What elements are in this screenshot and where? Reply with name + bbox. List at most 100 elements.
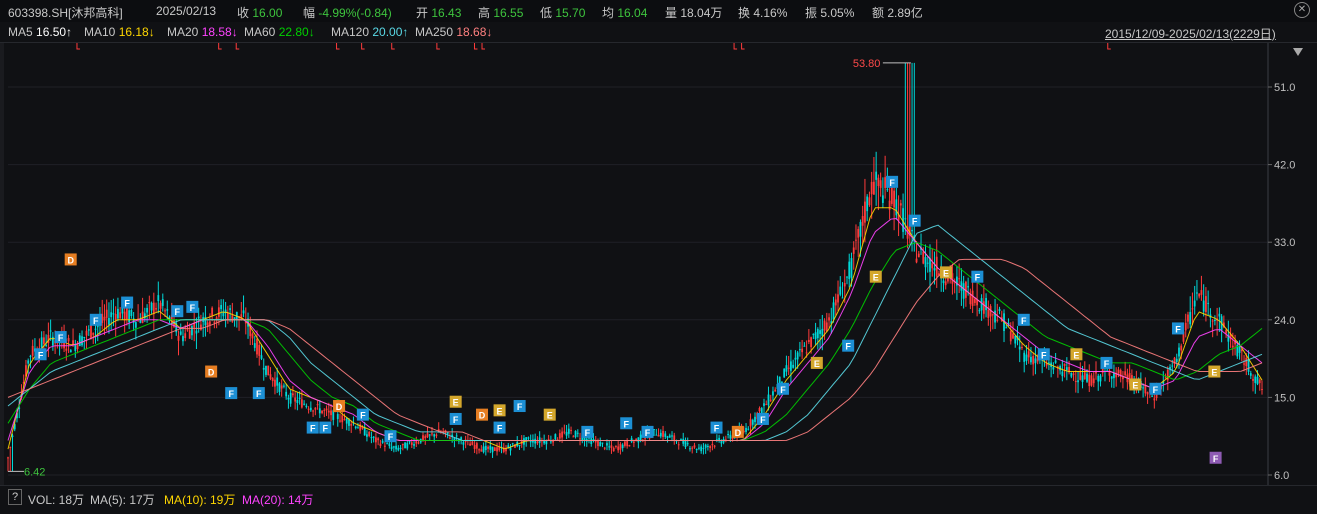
candle-body [182,336,184,342]
candle-body [350,423,353,426]
candle-body [621,444,624,449]
candle-body [659,432,662,437]
signal-marker-f: F [356,408,369,421]
candle-body [128,310,131,323]
stock-code[interactable]: 603398.SH[沐邦高科] [8,4,123,21]
ma-legend: MA5 16.50↑ MA10 16.18↓ MA20 18.58↓ MA60 … [0,22,1317,56]
candle-body [798,349,801,351]
signal-marker-letter: F [780,385,786,395]
candle-body [561,431,563,438]
ma250-legend[interactable]: MA250 18.68↓ [415,25,492,39]
y-tick-label: 6.0 [1274,470,1289,482]
ma5-legend[interactable]: MA5 16.50↑ [8,25,72,39]
candle-body [343,419,346,421]
candle-body [69,350,72,353]
change-value: -4.99%(-0.84) [318,6,392,20]
candle-body [1231,345,1234,348]
high-group: 高 16.55 [478,4,523,21]
candle-body [1205,296,1207,313]
signal-marker-d: D [476,408,489,421]
candle-body [1193,300,1196,307]
candle-body [1079,371,1082,380]
candle-body [1256,376,1259,385]
candle-body [684,440,687,448]
candle-body [475,443,478,449]
candle-body [994,310,996,323]
kline-chart[interactable]: FFDFFF FDF FF FDFFEF D EFFEFFF F DFFEFEFFE FFF EF… [0,43,1317,485]
candle-body [864,201,866,223]
signal-marker-e: E [493,404,506,417]
candle-body [1180,345,1183,351]
candle-body [980,298,983,311]
candle-body [680,438,682,440]
candle-body [159,302,162,309]
candle-body [489,445,492,450]
candle-body [689,448,691,450]
ma20-legend[interactable]: MA20 18.58↓ [167,25,238,39]
candle-body [303,403,306,405]
candle-body [1052,367,1055,370]
candle-body [751,419,754,425]
date-range[interactable]: 2015/12/09-2025/02/13(2229日) [1105,25,1276,42]
candle-body [1124,371,1127,376]
candle-body [200,324,202,330]
candle-body [341,415,344,423]
candle-body [1225,330,1228,334]
signal-marker-letter: D [208,368,215,378]
candle-body [11,435,14,437]
help-button[interactable]: ? [8,489,22,505]
candle-body [846,276,848,278]
y-tick-label: 51.0 [1274,82,1295,94]
signal-marker-f: F [1100,356,1113,369]
signal-marker-e: E [1129,378,1142,391]
candle-body [1032,356,1035,365]
candle-body [635,438,638,440]
candle-body [873,181,875,195]
candle-body [1086,373,1088,382]
vol-ma20: MA(20): 14万 [242,493,314,507]
candle-body [164,310,166,312]
close-panel-icon[interactable]: ✕ [1294,2,1310,18]
candle-body [857,229,860,238]
candle-body [998,308,1001,312]
candle-body [630,438,633,442]
candle-body [702,448,705,450]
candle-body [314,407,317,410]
ma10-legend[interactable]: MA10 16.18↓ [84,25,155,39]
candle-body [103,316,106,321]
candle-body [1200,290,1203,295]
candle-body [300,399,303,408]
candle-body [258,345,261,356]
ma60-legend[interactable]: MA60 22.80↓ [244,25,315,39]
candle-body [644,438,646,440]
candle-body [480,449,483,452]
signal-marker-letter: F [310,424,316,434]
candle-body [370,437,373,439]
candle-body [677,444,680,446]
candle-body [915,258,918,263]
candle-body [1113,373,1115,379]
candle-body [816,329,819,339]
candle-body [1061,371,1064,377]
candle-body [720,441,723,444]
candle-body [426,433,429,438]
ma120-legend[interactable]: MA120 20.00↑ [331,25,408,39]
candle-body [90,324,92,339]
signal-marker-f: F [1209,451,1222,464]
signal-marker-letter: E [453,398,459,408]
candle-body [29,355,32,357]
signal-marker-letter: F [517,402,523,412]
candle-body [704,444,707,448]
candle-body [1207,302,1210,304]
candle-body [825,322,828,332]
candle-body [51,336,54,346]
candle-body [549,441,552,443]
candle-body [231,315,234,322]
candle-body [1099,375,1102,382]
signal-marker-letter: F [323,424,329,434]
candle-body [673,435,676,441]
candle-layer [7,62,1263,472]
candle-body [1191,308,1194,310]
signal-marker-letter: F [228,389,234,399]
signal-marker-letter: E [814,359,820,369]
